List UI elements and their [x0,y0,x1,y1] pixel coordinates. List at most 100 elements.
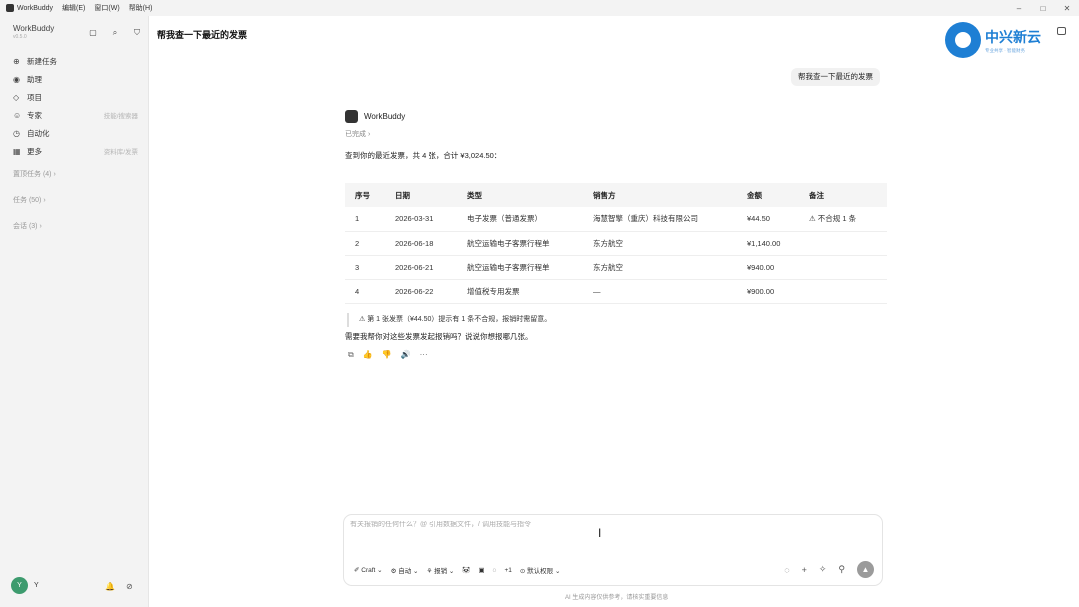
cell-date: 2026-03-31 [395,207,467,232]
menu-bar: WorkBuddy 编辑(E) 窗口(W) 帮助(H) [0,0,1079,16]
sidebar-tools: ▢ ⌕ ⛉ [88,28,142,38]
permission-select[interactable]: ⊙ 默认权限 ⌄ [520,565,561,575]
sidebar-nav: ⊕ 新建任务 ◉ 助理 ◇ 项目 ☺ 专家 技能/搜索器 ◷ 自动化 ▦ 更多 … [13,52,138,160]
app-icon[interactable]: ▣ [478,566,484,574]
cell-date: 2026-06-18 [395,231,467,256]
side-panel-icon[interactable] [1057,27,1066,35]
composer-input[interactable] [350,521,878,528]
more-icon[interactable]: ··· [420,350,428,360]
search-icon[interactable]: ⌕ [110,28,120,38]
user-name: Y [34,582,39,589]
menu-help[interactable]: 帮助(H) [129,3,153,13]
col-header-amount: 金额 [747,183,809,207]
app-logo-icon [6,4,14,12]
cell-remark [809,255,887,280]
invoice-table: 序号 日期 类型 销售方 金额 备注 1 2026-03-31 电子发票（普通发… [345,183,887,304]
panel-toggle-icon[interactable]: ▢ [88,28,98,38]
menu-window[interactable]: 窗口(W) [94,3,119,13]
follow-up-question: 需要我帮你对这些发票发起报销吗？说说你想报哪几张。 [345,332,533,341]
cell-index: 4 [345,279,395,304]
brand-logo-icon [945,22,981,58]
window-controls: – □ ✕ [1007,0,1079,16]
message-actions: ⧉ 👍 👎 🔊 ··· [348,350,428,360]
col-header-type: 类型 [467,183,593,207]
sidebar-brand: WorkBuddy [13,24,55,33]
sidebar-item-automation[interactable]: ◷ 自动化 [13,124,138,142]
speaker-icon[interactable]: 🔊 [401,350,411,360]
sparkle-icon[interactable]: ✧ [819,564,827,575]
menu-edit[interactable]: 编辑(E) [62,3,85,13]
brand-logo-text: 中兴新云 [985,28,1041,45]
table-row: 2 2026-06-18 航空运输电子客票行程单 东方航空 ¥1,140.00 [345,231,887,256]
response-summary: 查到你的最近发票，共 4 张，合计 ¥3,024.50： [345,151,502,160]
expert-icon: ☺ [13,110,22,120]
col-header-index: 序号 [345,183,395,207]
cell-type: 航空运输电子客票行程单 [467,231,593,256]
cell-remark: ⚠ 不合规 1 条 [809,207,887,232]
add-icon[interactable]: + [802,565,807,575]
table-header-row: 序号 日期 类型 销售方 金额 备注 [345,183,887,207]
cell-date: 2026-06-21 [395,255,467,280]
cell-seller: 海慧智擎（重庆）科技有限公司 [593,207,747,232]
cell-remark [809,231,887,256]
sidebar-item-more[interactable]: ▦ 更多 资料库/发票 [13,142,138,160]
cell-index: 2 [345,231,395,256]
sidebar-item-hint: 资料库/发票 [103,149,138,156]
sidebar-item-projects[interactable]: ◇ 项目 [13,88,138,106]
table-row: 3 2026-06-21 航空运输电子客票行程单 东方航空 ¥940.00 [345,255,887,280]
cell-seller: 东方航空 [593,231,747,256]
cell-type: 电子发票（普通发票） [467,207,593,232]
sidebar: WorkBuddy v0.5.0 ▢ ⌕ ⛉ ⊕ 新建任务 ◉ 助理 ◇ 项目 … [0,16,149,607]
cell-date: 2026-06-22 [395,279,467,304]
thumbs-up-icon[interactable]: 👍 [363,350,373,360]
microphone-icon[interactable]: ⚲ [838,564,845,575]
col-header-remark: 备注 [809,183,887,207]
workbuddy-icon [345,110,358,123]
user-message-bubble: 帮我查一下最近的发票 [791,68,880,86]
filter-icon[interactable]: ⛉ [132,28,142,38]
project-icon: ◇ [13,92,20,102]
more-connectors-badge[interactable]: +1 [505,567,512,574]
panda-icon[interactable]: 🐼 [462,566,470,574]
maximize-icon[interactable]: □ [1031,4,1055,13]
craft-mode-select[interactable]: ✐ Craft ⌄ [354,566,383,574]
ai-disclaimer: AI 生成内容仅供参考，请核实重要信息 [565,595,669,601]
app-version: v0.5.0 [13,34,27,40]
bell-icon[interactable]: 🔔 [105,582,115,591]
brand-logo: 中兴新云 专业共享 · 智能财务 [945,22,1041,58]
cell-seller: 东方航空 [593,255,747,280]
connector-icon[interactable]: ◌ [493,567,497,574]
minimize-icon[interactable]: – [1007,4,1031,13]
composer: I ✐ Craft ⌄ ⚙ 自动 ⌄ ⚘ 报销 ⌄ 🐼 ▣ ◌ +1 ⊙ 默认权… [343,514,883,586]
cell-amount: ¥940.00 [747,255,809,280]
sidebar-item-label: 更多 [27,146,42,156]
menu-app[interactable]: WorkBuddy [17,5,53,12]
main-panel: 帮我查一下最近的发票 中兴新云 专业共享 · 智能财务 帮我查一下最近的发票 W… [149,16,1079,607]
sidebar-item-experts[interactable]: ☺ 专家 技能/搜索器 [13,106,138,124]
loading-icon: ◌ [784,564,790,575]
cell-type: 航空运输电子客票行程单 [467,255,593,280]
agent-header: WorkBuddy [345,110,405,123]
col-header-date: 日期 [395,183,467,207]
task-status-toggle[interactable]: 已完成 › [345,129,370,139]
thumbs-down-icon[interactable]: 👎 [382,350,392,360]
section-pinned-tasks[interactable]: 置顶任务 (4) › [13,169,56,179]
send-button[interactable]: ▲ [857,561,874,578]
sidebar-item-assistant[interactable]: ◉ 助理 [13,70,138,88]
brand-logo-subtext: 专业共享 · 智能财务 [985,47,1025,53]
compass-icon[interactable]: ⊘ [126,582,133,591]
cell-remark [809,279,887,304]
cell-amount: ¥1,140.00 [747,231,809,256]
sidebar-item-label: 项目 [27,92,42,102]
section-sessions[interactable]: 会话 (3) › [13,221,42,231]
copy-icon[interactable]: ⧉ [348,350,354,360]
user-tools: 🔔 ⊘ [105,582,133,591]
clock-icon: ◷ [13,128,20,138]
model-auto-select[interactable]: ⚙ 自动 ⌄ [391,565,419,575]
close-icon[interactable]: ✕ [1055,4,1079,13]
sidebar-item-new-task[interactable]: ⊕ 新建任务 [13,52,138,70]
section-tasks[interactable]: 任务 (50) › [13,195,46,205]
skill-reimburse-select[interactable]: ⚘ 报销 ⌄ [426,565,454,575]
cell-amount: ¥44.50 [747,207,809,232]
user-profile[interactable]: Y Y [11,577,39,594]
